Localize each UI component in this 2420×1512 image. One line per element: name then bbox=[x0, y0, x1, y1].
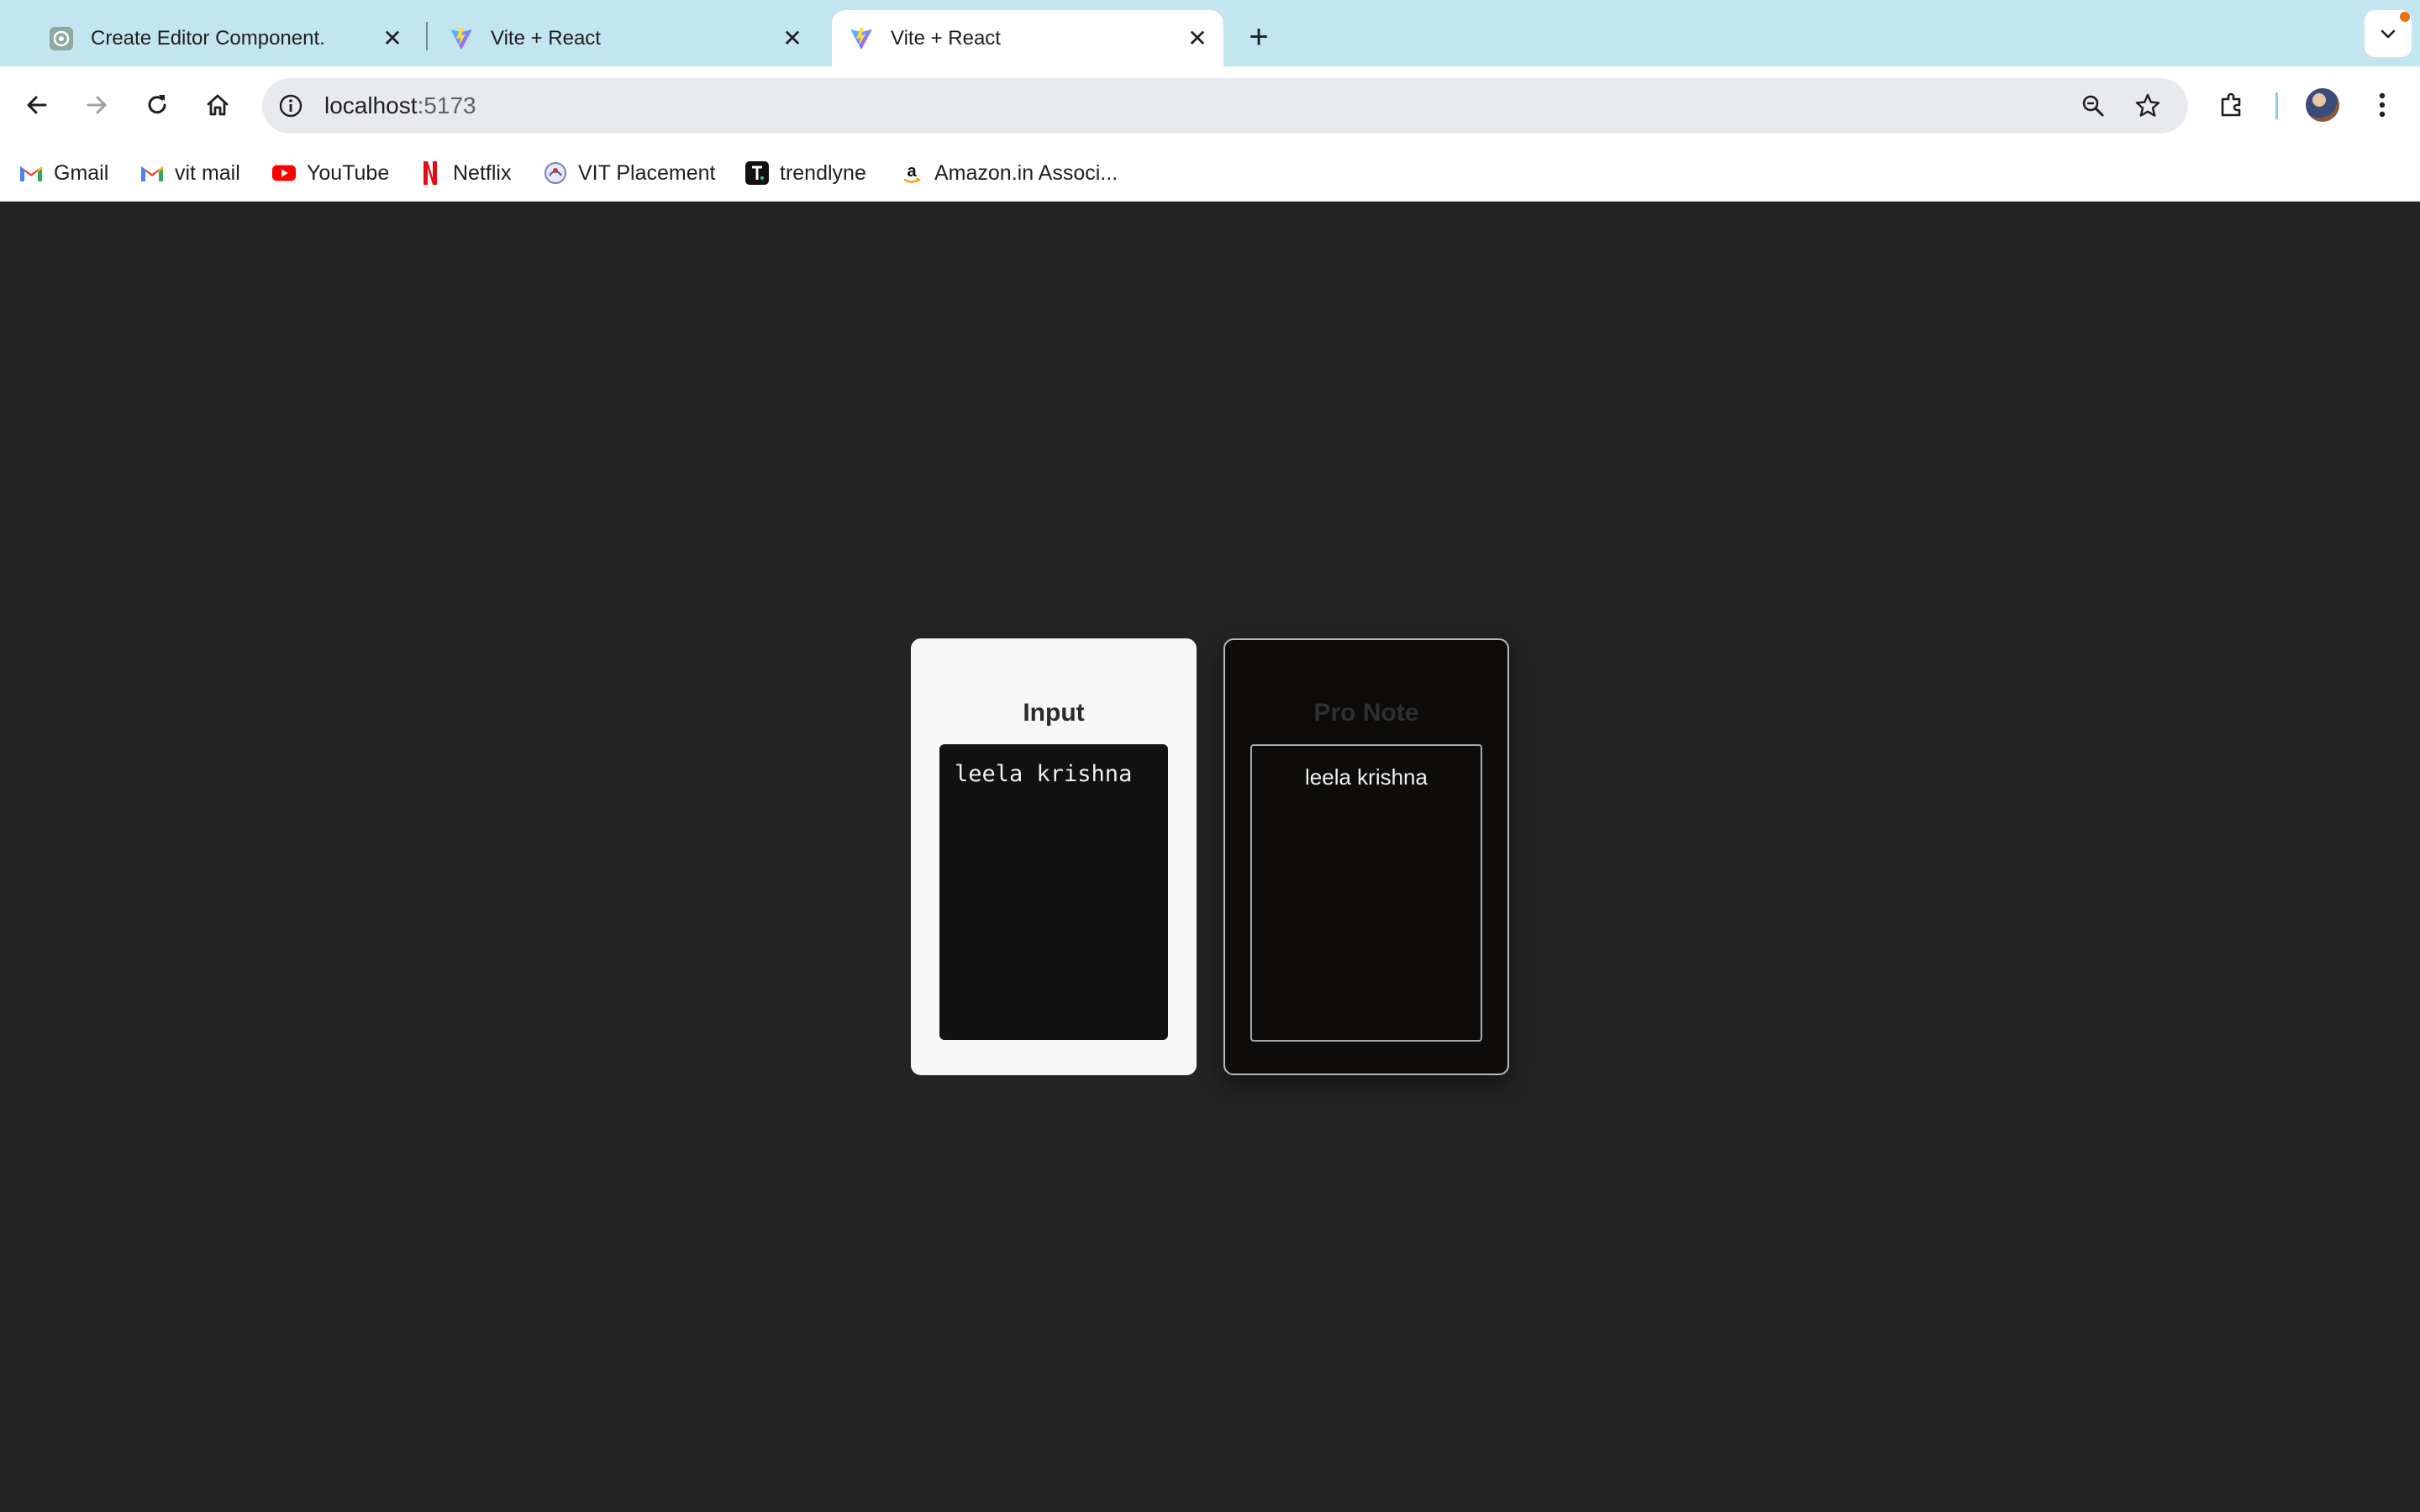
gmail-icon bbox=[18, 160, 44, 186]
bookmark-youtube[interactable]: YouTube bbox=[271, 156, 389, 190]
bookmark-amazon[interactable]: a Amazon.in Associ... bbox=[899, 156, 1118, 190]
arrow-left-icon bbox=[27, 96, 47, 114]
tab-search-button[interactable] bbox=[2365, 10, 2412, 57]
avatar bbox=[2306, 88, 2339, 122]
kebab-menu-icon bbox=[2379, 92, 2386, 118]
close-icon[interactable]: ✕ bbox=[378, 24, 407, 53]
url-text[interactable]: localhost:5173 bbox=[324, 92, 476, 119]
pro-note-title: Pro Note bbox=[1313, 699, 1419, 727]
vit-icon bbox=[543, 160, 568, 186]
bookmark-netflix[interactable]: Netflix bbox=[418, 156, 511, 190]
bookmark-label: vit mail bbox=[175, 160, 240, 185]
extensions-button[interactable] bbox=[2207, 81, 2256, 129]
pro-note-card: Pro Note leela krishna bbox=[1223, 638, 1509, 1075]
bookmark-trendlyne[interactable]: trendlyne bbox=[744, 156, 866, 190]
input-card-title: Input bbox=[1023, 699, 1085, 727]
back-button[interactable] bbox=[13, 81, 61, 129]
vite-icon bbox=[847, 24, 876, 53]
bookmark-label: trendlyne bbox=[780, 160, 866, 185]
reload-button[interactable] bbox=[133, 81, 182, 129]
bookmark-label: VIT Placement bbox=[578, 160, 716, 185]
browser-toolbar: localhost:5173 bbox=[0, 66, 2420, 144]
bookmark-vit-mail[interactable]: vit mail bbox=[139, 156, 240, 190]
forward-button[interactable] bbox=[72, 81, 121, 129]
bookmark-label: Gmail bbox=[54, 160, 109, 185]
gmail-icon bbox=[139, 160, 165, 186]
bookmark-label: Netflix bbox=[453, 160, 512, 185]
tab-strip: Create Editor Component. ✕ Vite + React … bbox=[0, 0, 2420, 66]
chatgpt-icon bbox=[47, 24, 76, 53]
close-icon[interactable]: ✕ bbox=[778, 24, 807, 53]
svg-text:a: a bbox=[907, 162, 917, 181]
tab-vite-react-1[interactable]: Vite + React ✕ bbox=[432, 10, 818, 66]
bookmarks-bar: Gmail vit mail YouTube Netflix VIT Place… bbox=[0, 144, 2420, 202]
bookmark-label: Amazon.in Associ... bbox=[934, 160, 1118, 185]
url-host: localhost bbox=[324, 92, 418, 118]
bookmark-star-icon[interactable] bbox=[2130, 88, 2165, 123]
address-bar[interactable]: localhost:5173 bbox=[262, 78, 2188, 134]
bookmark-vit-placement[interactable]: VIT Placement bbox=[543, 156, 716, 190]
youtube-icon bbox=[271, 160, 297, 186]
site-info-icon[interactable] bbox=[274, 89, 308, 123]
home-icon bbox=[207, 94, 229, 116]
pro-note-content: leela krishna bbox=[1250, 744, 1482, 1042]
amazon-icon: a bbox=[899, 160, 924, 186]
reload-icon bbox=[148, 95, 166, 114]
puzzle-icon bbox=[2221, 92, 2241, 117]
toolbar-divider bbox=[2275, 92, 2278, 119]
url-port: :5173 bbox=[417, 92, 476, 118]
netflix-icon bbox=[418, 160, 443, 186]
chevron-down-icon bbox=[2381, 29, 2396, 39]
vite-icon bbox=[447, 24, 476, 53]
update-indicator bbox=[2400, 12, 2410, 22]
zoom-icon[interactable] bbox=[2075, 88, 2111, 123]
input-card: Input leela krishna bbox=[911, 638, 1197, 1075]
menu-button[interactable] bbox=[2358, 81, 2407, 129]
tab-title: Vite + React bbox=[891, 26, 1001, 50]
tab-title: Vite + React bbox=[491, 26, 601, 50]
editor-textarea[interactable]: leela krishna bbox=[939, 744, 1168, 1040]
home-button[interactable] bbox=[193, 81, 242, 129]
arrow-right-icon bbox=[87, 96, 107, 114]
tab-separator bbox=[426, 22, 428, 50]
close-icon[interactable]: ✕ bbox=[1183, 24, 1212, 53]
tab-title: Create Editor Component. bbox=[91, 26, 325, 50]
profile-button[interactable] bbox=[2298, 81, 2347, 129]
tab-create-editor[interactable]: Create Editor Component. ✕ bbox=[32, 10, 418, 66]
trendlyne-icon bbox=[744, 160, 770, 186]
new-tab-button[interactable]: + bbox=[1237, 15, 1281, 59]
page-viewport: Input leela krishna Pro Note leela krish… bbox=[0, 202, 2420, 1512]
bookmark-gmail[interactable]: Gmail bbox=[18, 156, 108, 190]
bookmark-label: YouTube bbox=[307, 160, 390, 185]
tab-vite-react-active[interactable]: Vite + React ✕ bbox=[832, 10, 1223, 66]
